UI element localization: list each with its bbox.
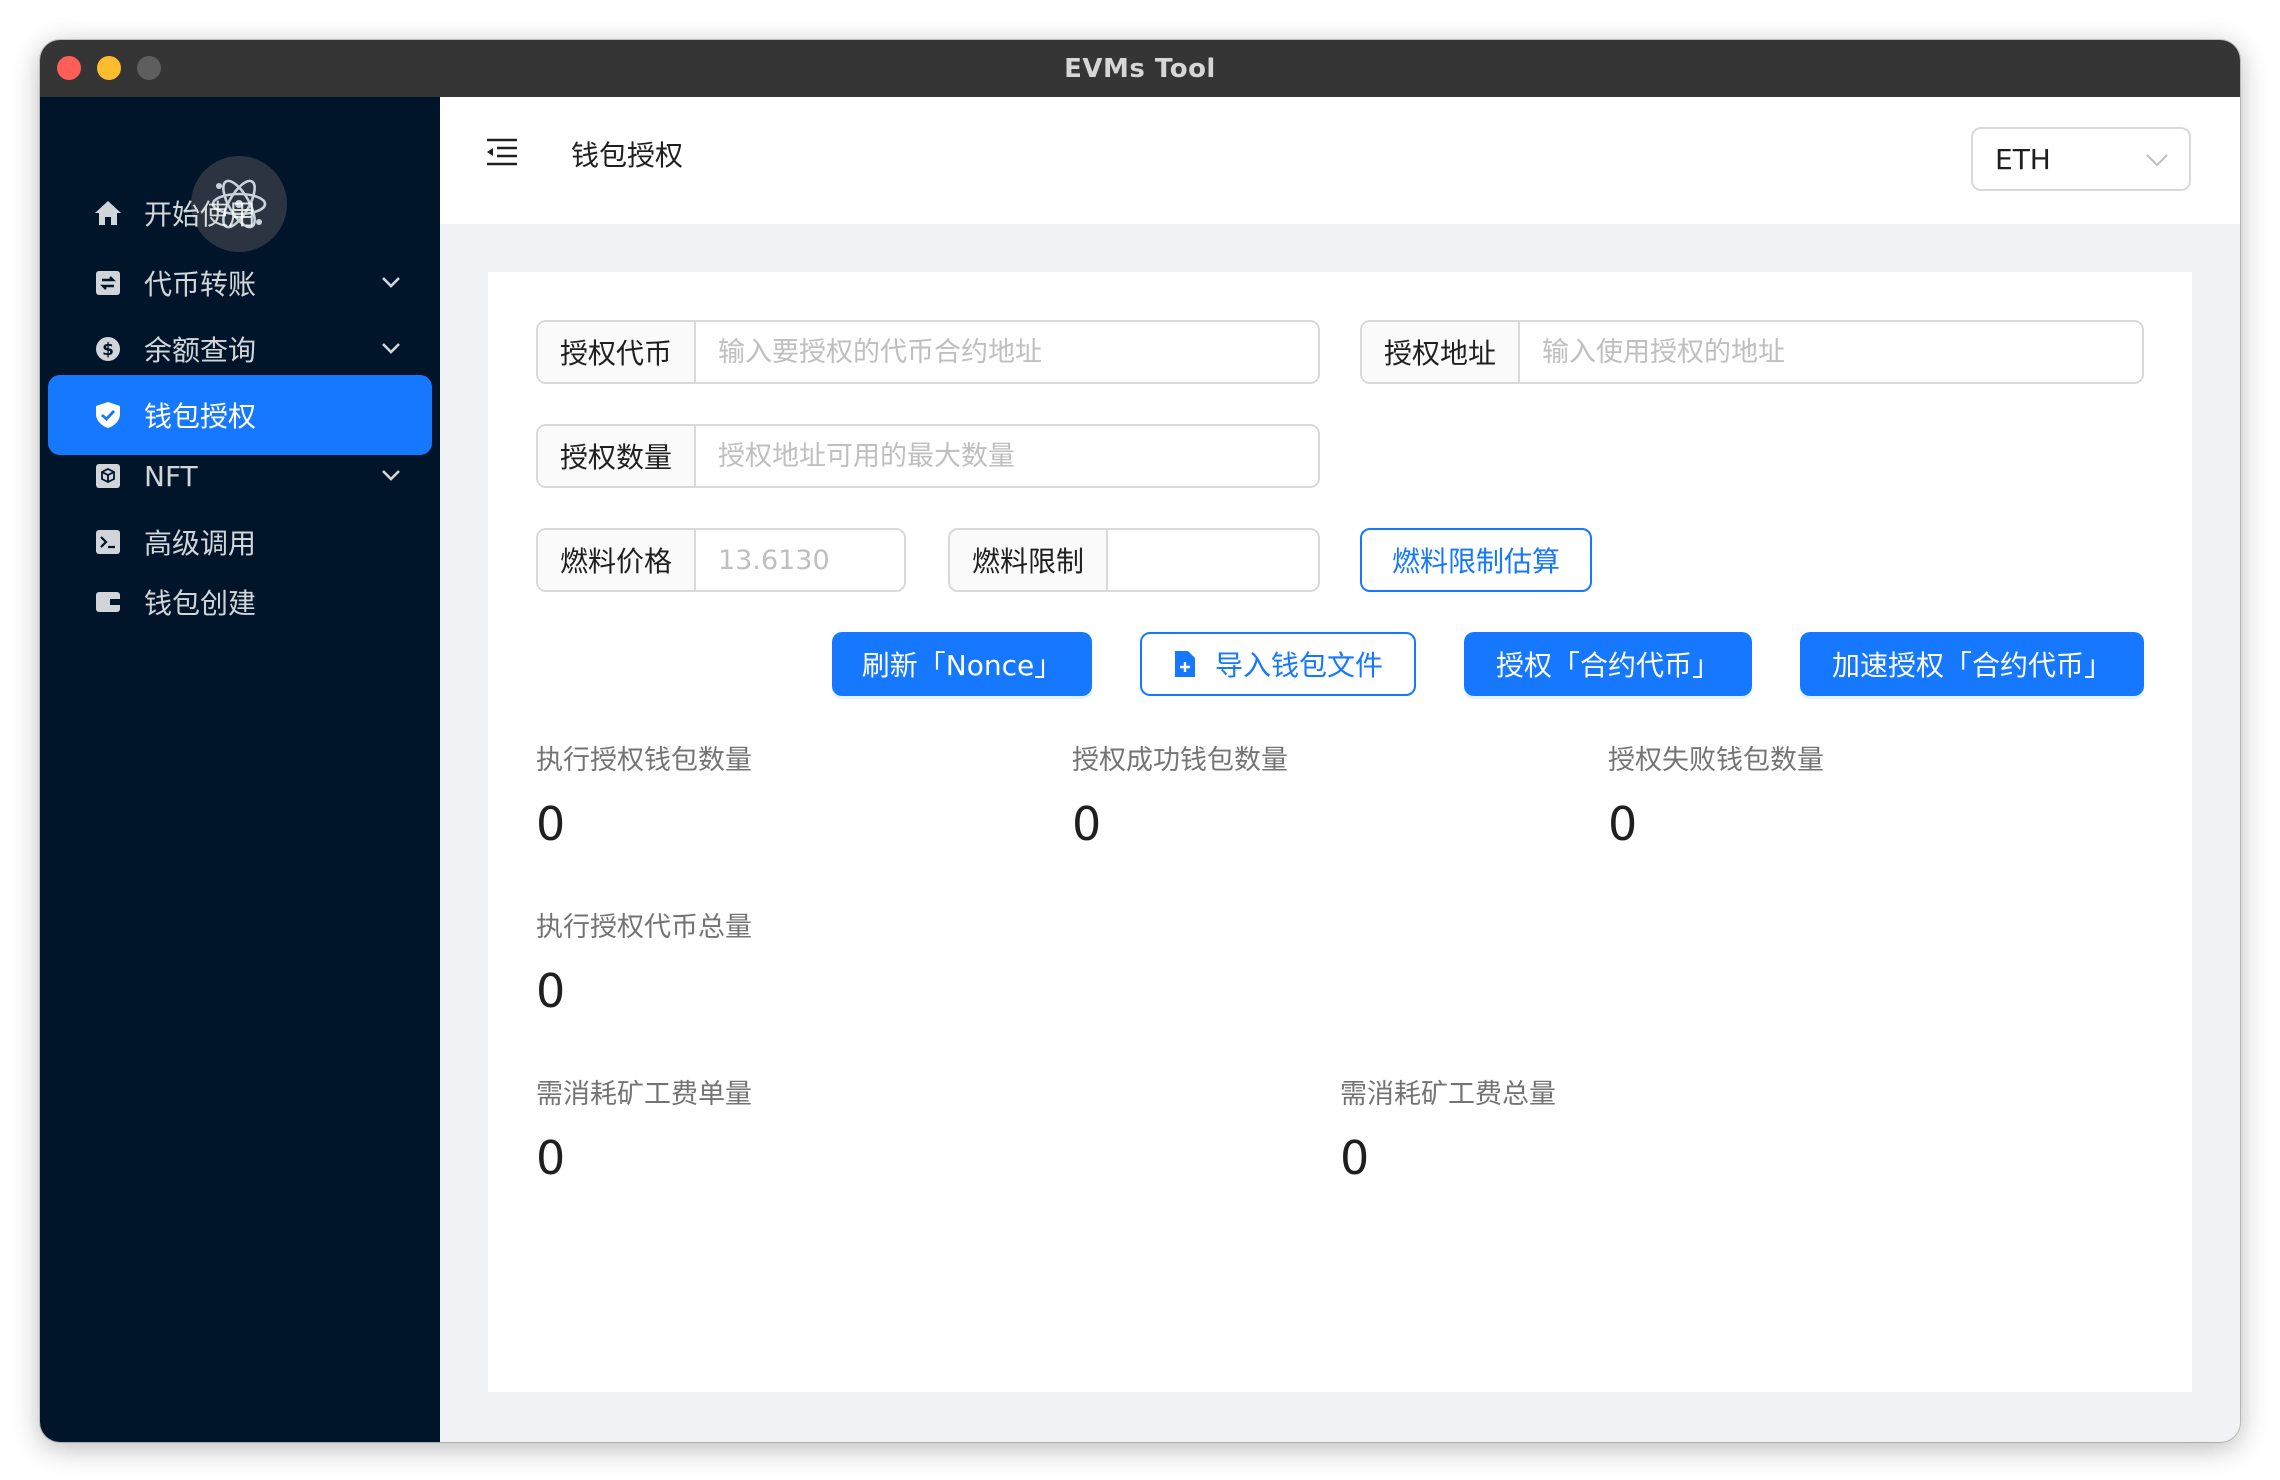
- main-area: 钱包授权 ETH 授权代币 授权地址 授权数量 燃料价: [440, 97, 2240, 1442]
- sidebar-item-wallet-create[interactable]: 钱包创建: [48, 562, 432, 642]
- stat-success-wallets: 授权成功钱包数量 0: [1072, 738, 1288, 851]
- stat-label: 需消耗矿工费单量: [536, 1079, 752, 1110]
- stat-label: 授权失败钱包数量: [1608, 745, 1824, 776]
- token-address-field: 授权代币: [536, 320, 1320, 384]
- transfer-icon: [94, 269, 122, 297]
- spender-address-input[interactable]: [1520, 322, 2142, 382]
- approve-amount-field: 授权数量: [536, 424, 1320, 488]
- close-window-button[interactable]: [57, 56, 81, 80]
- stat-fee-per: 需消耗矿工费单量 0: [536, 1072, 752, 1185]
- speed-up-approve-label: 加速授权「合约代币」: [1831, 649, 2112, 682]
- sidebar-item-label: 高级调用: [144, 527, 257, 560]
- chevron-down-icon: [382, 470, 400, 481]
- stat-label: 执行授权钱包数量: [536, 745, 752, 776]
- gas-price-field: 燃料价格: [536, 528, 906, 592]
- terminal-icon: [94, 528, 122, 556]
- sidebar-item-label: 钱包授权: [144, 400, 257, 433]
- gas-price-label: 燃料价格: [538, 530, 696, 590]
- refresh-nonce-label: 刷新「Nonce」: [861, 649, 1063, 682]
- window-title: EVMs Tool: [1064, 53, 1216, 84]
- spender-address-label: 授权地址: [1362, 322, 1520, 382]
- chevron-down-icon: [382, 277, 400, 288]
- token-address-label: 授权代币: [538, 322, 696, 382]
- stat-failed-wallets: 授权失败钱包数量 0: [1608, 738, 1824, 851]
- token-address-input[interactable]: [696, 322, 1318, 382]
- stat-total-tokens: 执行授权代币总量 0: [536, 905, 752, 1018]
- gas-limit-input[interactable]: [1108, 530, 1318, 590]
- content-card: 授权代币 授权地址 授权数量 燃料价格 燃料限制 燃料限制: [488, 272, 2192, 1392]
- stat-value: 0: [1340, 1131, 1370, 1185]
- approve-token-button[interactable]: 授权「合约代币」: [1464, 632, 1752, 696]
- chain-select-value: ETH: [1995, 142, 2051, 176]
- cube-icon: [94, 462, 122, 490]
- dollar-icon: $: [94, 335, 122, 363]
- chevron-down-icon: [382, 343, 400, 354]
- stat-label: 授权成功钱包数量: [1072, 745, 1288, 776]
- page-header: 钱包授权 ETH: [440, 97, 2240, 224]
- approve-token-label: 授权「合约代币」: [1495, 649, 1720, 682]
- sidebar-item-label: 开始使用: [144, 198, 257, 231]
- gas-price-input[interactable]: [696, 530, 904, 590]
- zoom-window-button[interactable]: [137, 56, 161, 80]
- stat-value: 0: [536, 1131, 566, 1185]
- wallet-icon: [94, 588, 122, 616]
- file-add-icon: [1174, 651, 1195, 677]
- stat-value: 0: [1608, 797, 1638, 851]
- chain-select[interactable]: ETH: [1971, 127, 2191, 191]
- app-window: EVMs Tool 开始使用 代币转账 $ 余额查询 钱包授权 NFT 高级调用…: [40, 40, 2240, 1442]
- chevron-down-icon: [2146, 154, 2168, 167]
- refresh-nonce-button[interactable]: 刷新「Nonce」: [832, 632, 1092, 696]
- import-wallet-file-label: 导入钱包文件: [1214, 649, 1383, 682]
- gas-limit-label: 燃料限制: [950, 530, 1108, 590]
- menu-fold-icon[interactable]: [485, 137, 519, 167]
- stat-value: 0: [536, 964, 566, 1018]
- stat-fee-total: 需消耗矿工费总量 0: [1340, 1072, 1556, 1185]
- gas-limit-field: 燃料限制: [948, 528, 1320, 592]
- stat-value: 0: [1072, 797, 1102, 851]
- stat-exec-wallets: 执行授权钱包数量 0: [536, 738, 752, 851]
- sidebar-item-getting-started[interactable]: 开始使用: [48, 173, 432, 253]
- estimate-gas-limit-button[interactable]: 燃料限制估算: [1360, 528, 1592, 592]
- stat-value: 0: [536, 797, 566, 851]
- stat-label: 执行授权代币总量: [536, 912, 752, 943]
- sidebar-item-label: 钱包创建: [144, 587, 257, 620]
- estimate-gas-limit-label: 燃料限制估算: [1391, 545, 1560, 578]
- shield-check-icon: [94, 401, 122, 429]
- speed-up-approve-button[interactable]: 加速授权「合约代币」: [1800, 632, 2144, 696]
- spender-address-field: 授权地址: [1360, 320, 2144, 384]
- approve-amount-input[interactable]: [696, 426, 1318, 486]
- window-controls: [57, 56, 161, 80]
- import-wallet-file-button[interactable]: 导入钱包文件: [1140, 632, 1416, 696]
- minimize-window-button[interactable]: [97, 56, 121, 80]
- title-bar: EVMs Tool: [40, 40, 2240, 97]
- approve-amount-label: 授权数量: [538, 426, 696, 486]
- sidebar: 开始使用 代币转账 $ 余额查询 钱包授权 NFT 高级调用 钱包创建: [40, 97, 440, 1442]
- stat-label: 需消耗矿工费总量: [1340, 1079, 1556, 1110]
- page-title: 钱包授权: [571, 139, 684, 172]
- svg-text:$: $: [102, 340, 114, 360]
- home-icon: [94, 199, 122, 227]
